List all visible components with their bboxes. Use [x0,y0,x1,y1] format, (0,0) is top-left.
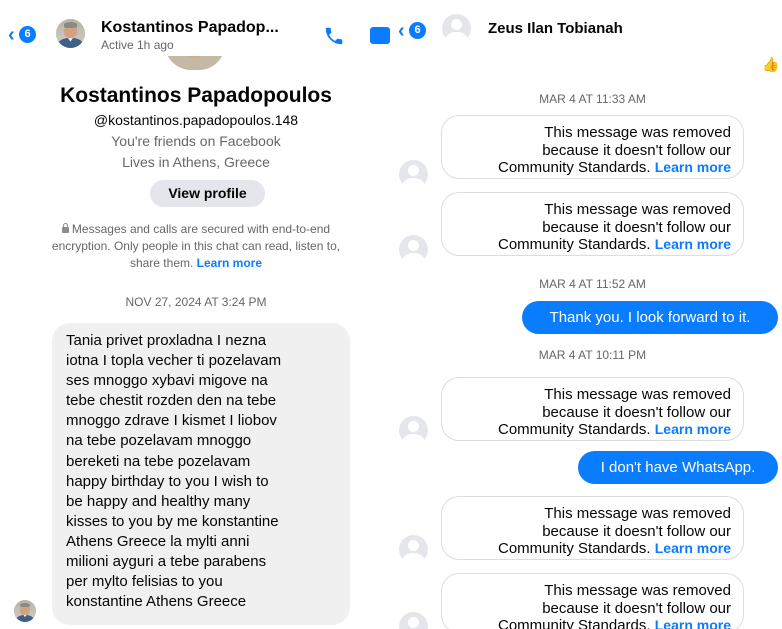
unread-badge: 6 [409,22,426,39]
removed-message-bubble[interactable]: This message was removed because it does… [441,115,744,179]
sender-avatar-placeholder[interactable] [399,235,428,264]
back-button-right[interactable]: ‹ 6 [398,20,428,42]
sender-avatar[interactable] [14,600,36,622]
lock-icon [61,223,69,233]
encryption-notice: Messages and calls are secured with end-… [51,222,341,270]
removed-message-bubble[interactable]: This message was removed because it does… [441,496,744,560]
contact-name-right[interactable]: Zeus Ilan Tobianah [488,20,623,37]
unread-badge: 6 [19,26,36,43]
timestamp: MAR 4 AT 11:52 AM [539,277,646,291]
learn-more-link[interactable]: Learn more [655,421,731,437]
message-bubble[interactable]: Tania privet proxladna I nezna iotna I t… [52,323,350,625]
learn-more-link[interactable]: Learn more [655,159,731,175]
timestamp: MAR 4 AT 11:33 AM [539,92,646,106]
sender-avatar-placeholder[interactable] [399,416,428,445]
chevron-left-icon: ‹ [398,20,405,42]
video-icon[interactable] [370,27,390,44]
timestamp: MAR 4 AT 10:11 PM [538,348,647,362]
contact-avatar-placeholder[interactable] [442,14,471,43]
chat-header: ‹ 6 Kostantinos Papadop... Active 1h ago [0,0,392,56]
removed-message-bubble[interactable]: This message was removed because it does… [441,573,744,629]
chevron-left-icon: ‹ [8,24,15,46]
back-button[interactable]: ‹ 6 [8,24,38,46]
profile-handle: @kostantinos.papadopoulos.148 [93,112,299,128]
chat-panel-left: ‹ 6 Kostantinos Papadop... Active 1h ago… [0,0,392,629]
learn-more-link[interactable]: Learn more [655,540,731,556]
location-text: Lives in Athens, Greece [122,154,270,170]
sender-avatar-placeholder[interactable] [399,160,428,189]
view-profile-button[interactable]: View profile [150,180,265,207]
phone-icon[interactable] [323,25,345,47]
removed-message-bubble[interactable]: This message was removed because it does… [441,192,744,256]
sent-message-bubble[interactable]: I don't have WhatsApp. [578,451,778,484]
removed-message-bubble[interactable]: This message was removed because it does… [441,377,744,441]
learn-more-link[interactable]: Learn more [655,236,731,252]
friends-status: You're friends on Facebook [111,133,281,149]
chat-header-right: ‹ 6 Zeus Ilan Tobianah [392,0,782,44]
contact-avatar[interactable] [56,19,85,48]
profile-name: Kostantinos Papadopoulos [60,84,332,107]
sender-avatar-placeholder[interactable] [399,535,428,564]
contact-name[interactable]: Kostantinos Papadop... [101,19,279,37]
thumbs-up-icon: 👍 [762,56,780,72]
learn-more-link[interactable]: Learn more [197,256,262,270]
learn-more-link[interactable]: Learn more [655,617,731,629]
active-status: Active 1h ago [101,38,174,52]
timestamp: NOV 27, 2024 AT 3:24 PM [125,295,267,309]
sent-message-bubble[interactable]: Thank you. I look forward to it. [522,301,778,334]
